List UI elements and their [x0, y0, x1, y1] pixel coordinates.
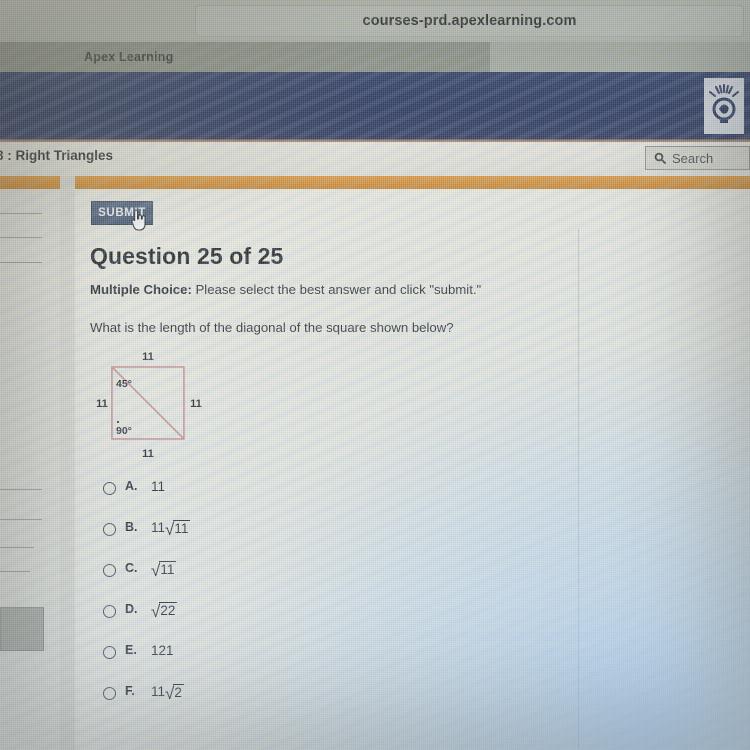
- question-panel: SUBMIT Question 25 of 25 Multiple Choice…: [75, 189, 750, 750]
- option-row-a[interactable]: A. 11: [103, 479, 403, 520]
- sidebar-item-6[interactable]: [0, 547, 34, 548]
- radio-option-e[interactable]: [103, 646, 116, 659]
- course-sidebar: [0, 189, 61, 750]
- screen-photo: courses-prd.apexlearning.com Apex Learni…: [0, 0, 750, 750]
- breadcrumb-bar: 8 : Right Triangles Search: [0, 142, 750, 176]
- accent-divider-sidebar: [0, 176, 60, 189]
- radio-option-c[interactable]: [103, 564, 116, 577]
- option-letter-e: E.: [125, 643, 137, 657]
- sidebar-item-1[interactable]: [0, 213, 42, 214]
- submit-button-label: SUBMIT: [98, 207, 146, 219]
- answer-options-list: A. 11 B. 11 √ 11 C. √ 11 D. √ 22 E. 121 …: [103, 479, 403, 725]
- search-placeholder: Search: [672, 150, 714, 166]
- question-instruction: Multiple Choice: Please select the best …: [90, 282, 481, 297]
- sidebar-item-2[interactable]: [0, 237, 42, 238]
- right-angle-mark: [117, 421, 119, 423]
- address-bar[interactable]: courses-prd.apexlearning.com: [195, 5, 744, 37]
- radical-sign-icon: √: [151, 602, 161, 621]
- radical-expression-d: √ 22: [151, 602, 178, 621]
- radical-sign-icon: √: [165, 520, 175, 539]
- option-letter-b: B.: [125, 520, 138, 534]
- radio-option-a[interactable]: [103, 482, 116, 495]
- option-value-b: 11 √ 11: [151, 520, 191, 539]
- sidebar-item-3[interactable]: [0, 262, 42, 263]
- radio-option-d[interactable]: [103, 605, 116, 618]
- option-b-radicand: 11: [173, 520, 191, 536]
- option-value-d: √ 22: [151, 602, 178, 621]
- option-a-plain: 11: [151, 479, 166, 494]
- option-e-plain: 121: [151, 643, 174, 658]
- accent-divider-main: [75, 176, 750, 189]
- option-f-coefficient: 11: [151, 684, 166, 699]
- tab-label: Apex Learning: [84, 50, 174, 64]
- tabstrip-empty-area: [490, 42, 750, 72]
- figure-label-bottom: 11: [142, 448, 154, 460]
- option-row-c[interactable]: C. √ 11: [103, 561, 403, 602]
- option-row-d[interactable]: D. √ 22: [103, 602, 403, 643]
- question-instruction-label: Multiple Choice:: [90, 282, 192, 297]
- option-letter-a: A.: [125, 479, 138, 493]
- figure-label-top: 11: [142, 351, 154, 363]
- lightbulb-idea-logo-icon[interactable]: [704, 78, 744, 134]
- submit-button[interactable]: SUBMIT: [91, 201, 153, 225]
- figure-angle-top-left: 45°: [116, 378, 132, 390]
- figure-angle-bottom-left: 90°: [116, 425, 132, 437]
- option-d-radicand: 22: [159, 602, 178, 618]
- radio-option-f[interactable]: [103, 687, 116, 700]
- site-header: [0, 72, 750, 140]
- page-title: Question 25 of 25: [90, 243, 284, 269]
- question-prompt: What is the length of the diagonal of th…: [90, 320, 454, 335]
- sidebar-gutter: [60, 189, 75, 750]
- option-letter-c: C.: [125, 561, 138, 575]
- accent-divider-row: [0, 176, 750, 189]
- sidebar-item-5[interactable]: [0, 519, 42, 520]
- option-f-radicand: 2: [173, 684, 184, 700]
- radical-expression-c: √ 11: [151, 561, 177, 580]
- option-b-coefficient: 11: [151, 520, 166, 535]
- radio-option-b[interactable]: [103, 523, 116, 536]
- address-bar-url: courses-prd.apexlearning.com: [362, 13, 577, 29]
- square-diagram-svg: 11 11 11 11 45° 90°: [96, 351, 202, 460]
- panel-vertical-rule: [578, 229, 579, 749]
- option-value-e: 121: [151, 643, 174, 658]
- radical-expression-f: 11 √ 2: [151, 684, 184, 703]
- tab-apex-learning[interactable]: Apex Learning: [0, 42, 490, 72]
- option-row-e[interactable]: E. 121: [103, 643, 403, 684]
- radical-sign-icon: √: [165, 684, 175, 703]
- browser-toolbar: courses-prd.apexlearning.com: [0, 0, 750, 42]
- option-letter-f: F.: [125, 684, 135, 698]
- radical-expression-b: 11 √ 11: [151, 520, 191, 539]
- radical-sign-icon: √: [151, 561, 161, 580]
- option-letter-d: D.: [125, 602, 138, 616]
- figure-label-left: 11: [96, 398, 108, 410]
- question-instruction-text: Please select the best answer and click …: [191, 282, 482, 297]
- option-c-radicand: 11: [159, 561, 177, 577]
- square-with-diagonal-figure: 11 11 11 11 45° 90°: [90, 349, 220, 469]
- sidebar-resource-box[interactable]: [0, 607, 44, 651]
- option-value-a: 11: [151, 479, 165, 494]
- breadcrumb[interactable]: 8 : Right Triangles: [0, 148, 113, 163]
- option-value-f: 11 √ 2: [151, 684, 184, 703]
- browser-tabstrip: Apex Learning: [0, 42, 750, 72]
- search-input[interactable]: Search: [645, 146, 750, 170]
- search-icon: [654, 152, 666, 164]
- sidebar-item-4[interactable]: [0, 489, 42, 490]
- option-row-f[interactable]: F. 11 √ 2: [103, 684, 403, 725]
- option-row-b[interactable]: B. 11 √ 11: [103, 520, 403, 561]
- option-value-c: √ 11: [151, 561, 177, 580]
- sidebar-item-7[interactable]: [0, 571, 30, 572]
- figure-label-right: 11: [190, 398, 202, 410]
